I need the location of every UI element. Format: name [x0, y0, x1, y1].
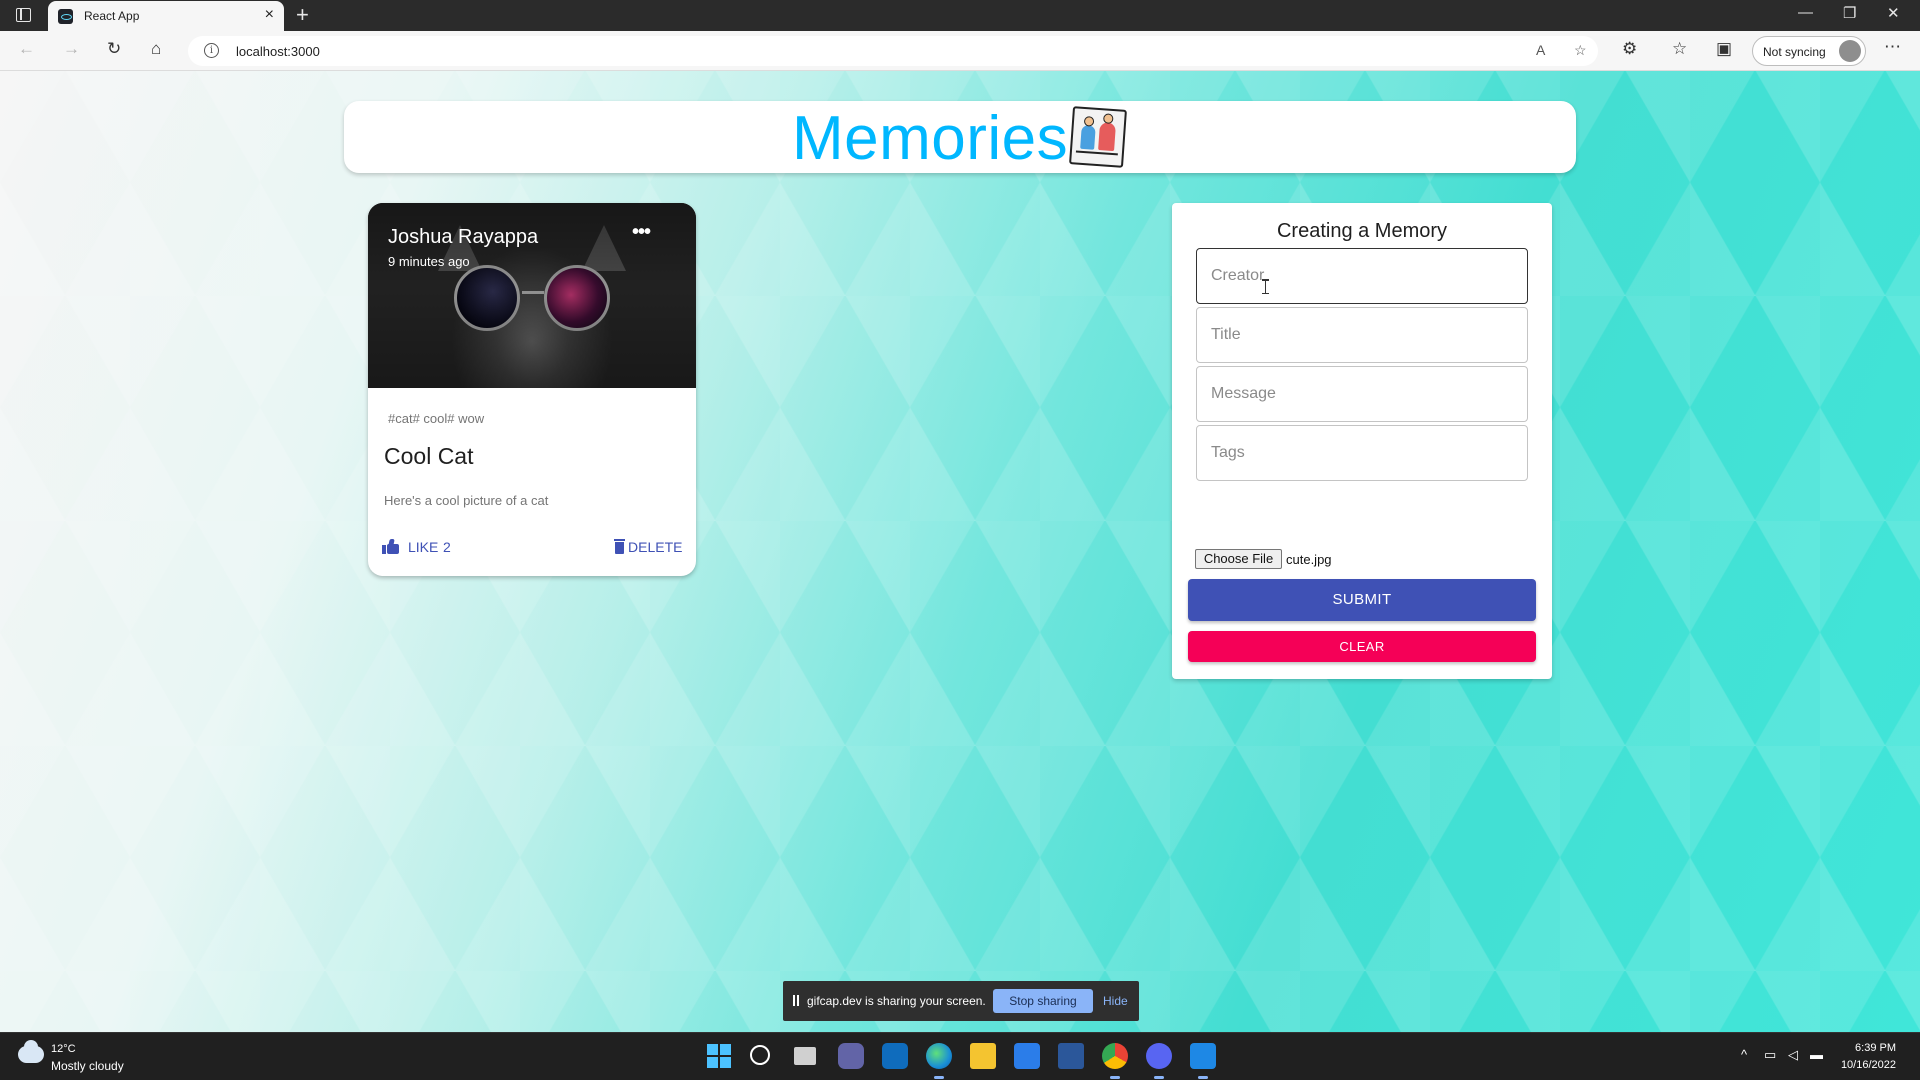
- post-time: 9 minutes ago: [388, 254, 470, 269]
- more-options-icon[interactable]: •••: [632, 221, 651, 244]
- tags-field[interactable]: [1196, 425, 1528, 481]
- edge-icon[interactable]: [926, 1043, 952, 1079]
- react-favicon-icon: [58, 9, 73, 24]
- form-title: Creating a Memory: [1276, 220, 1448, 242]
- file-name: cute.jpg: [1286, 552, 1332, 567]
- vscode-icon[interactable]: [1190, 1043, 1216, 1079]
- post-title: Cool Cat: [384, 443, 474, 469]
- memory-form: Creating a Memory Choose File cute.jpg S…: [1172, 203, 1552, 679]
- message-input[interactable]: [1197, 367, 1527, 421]
- avatar: [1839, 40, 1861, 62]
- teams-chat-icon[interactable]: [838, 1043, 864, 1069]
- close-window-icon[interactable]: ✕: [1887, 4, 1900, 22]
- submit-button[interactable]: SUBMIT: [1188, 579, 1536, 621]
- post-message: Here's a cool picture of a cat: [384, 493, 549, 508]
- message-field[interactable]: [1196, 366, 1528, 422]
- stop-sharing-button[interactable]: Stop sharing: [993, 989, 1093, 1013]
- collections-icon[interactable]: ▣: [1716, 39, 1732, 59]
- delete-label: DELETE: [628, 539, 683, 555]
- battery-icon[interactable]: ▬: [1810, 1047, 1823, 1062]
- clock-time[interactable]: 6:39 PM: [1842, 1042, 1896, 1054]
- todo-icon[interactable]: [1014, 1043, 1040, 1069]
- tags-input[interactable]: [1197, 426, 1527, 480]
- favorites-icon[interactable]: ☆: [1672, 39, 1687, 59]
- thumb-up-icon: [382, 539, 399, 554]
- outlook-icon[interactable]: [882, 1043, 908, 1069]
- post-tags: #cat# cool# wow: [388, 411, 485, 426]
- title-input[interactable]: [1197, 308, 1527, 362]
- post-creator: Joshua Rayappa: [388, 226, 539, 248]
- site-info-icon[interactable]: i: [204, 43, 219, 58]
- network-icon[interactable]: ▭: [1764, 1047, 1776, 1063]
- restore-icon[interactable]: ❐: [1843, 4, 1856, 22]
- back-icon[interactable]: ←: [18, 39, 35, 59]
- file-explorer-icon[interactable]: [970, 1043, 996, 1069]
- new-tab-icon[interactable]: +: [296, 2, 309, 28]
- search-icon[interactable]: [750, 1045, 770, 1065]
- share-status-text: gifcap.dev is sharing your screen.: [807, 994, 986, 1008]
- screen-share-bar: gifcap.dev is sharing your screen. Stop …: [783, 981, 1139, 1021]
- creator-input[interactable]: [1197, 249, 1527, 303]
- browser-tab[interactable]: React App ×: [48, 1, 284, 31]
- url-text[interactable]: localhost:3000: [236, 44, 320, 59]
- read-aloud-icon[interactable]: A: [1536, 42, 1545, 58]
- temperature[interactable]: 12°C: [51, 1043, 76, 1055]
- sync-label: Not syncing: [1763, 45, 1826, 59]
- text-cursor-icon: [1262, 279, 1272, 294]
- extensions-icon[interactable]: ⚙: [1622, 39, 1637, 59]
- start-icon[interactable]: [706, 1043, 732, 1069]
- creator-field[interactable]: [1196, 248, 1528, 304]
- home-icon[interactable]: ⌂: [151, 39, 161, 59]
- browser-toolbar: ← → ↻ ⌂ i localhost:3000 A ☆ ⚙ ☆ ▣ Not s…: [0, 31, 1920, 71]
- clock-date[interactable]: 10/16/2022: [1836, 1059, 1896, 1071]
- profile-sync-button[interactable]: Not syncing: [1752, 36, 1866, 66]
- task-view-icon[interactable]: [794, 1047, 816, 1065]
- weather-cloud-icon[interactable]: [18, 1040, 44, 1063]
- volume-icon[interactable]: ◁: [1788, 1047, 1798, 1063]
- post-card: Joshua Rayappa 9 minutes ago ••• #cat# c…: [368, 203, 696, 576]
- like-count: 2: [443, 539, 451, 555]
- app-header: Memories: [344, 101, 1576, 173]
- page-background: Memories Joshua Rayappa 9 minutes ago ••…: [0, 71, 1920, 1032]
- hide-button[interactable]: Hide: [1103, 994, 1128, 1008]
- memories-logo-icon: [1069, 106, 1127, 168]
- word-icon[interactable]: [1058, 1043, 1084, 1069]
- like-label: LIKE: [408, 539, 439, 555]
- clear-button[interactable]: CLEAR: [1188, 631, 1536, 662]
- tab-close-icon[interactable]: ×: [265, 6, 274, 24]
- address-bar[interactable]: i localhost:3000 A ☆: [188, 36, 1598, 66]
- tab-title: React App: [84, 9, 140, 23]
- title-field[interactable]: [1196, 307, 1528, 363]
- app-title: Memories: [792, 104, 1069, 173]
- browser-titlebar: React App × + — ❐ ✕: [0, 0, 1920, 31]
- weather-condition[interactable]: Mostly cloudy: [51, 1059, 124, 1073]
- tab-actions-icon[interactable]: [16, 8, 31, 22]
- refresh-icon[interactable]: ↻: [107, 39, 121, 59]
- choose-file-button[interactable]: Choose File: [1195, 549, 1282, 569]
- pause-icon: [793, 995, 799, 1006]
- more-menu-icon[interactable]: ⋯: [1884, 37, 1901, 57]
- add-favorite-icon[interactable]: ☆: [1574, 42, 1587, 59]
- trash-icon: [614, 539, 625, 554]
- discord-icon[interactable]: [1146, 1043, 1172, 1079]
- forward-icon[interactable]: →: [63, 39, 80, 59]
- show-hidden-icons-icon[interactable]: ^: [1741, 1047, 1747, 1062]
- taskbar: 12°C Mostly cloudy ^ ▭ ◁ ▬ 6:39 PM 10/16…: [0, 1032, 1920, 1080]
- minimize-icon[interactable]: —: [1798, 4, 1813, 21]
- chrome-icon[interactable]: [1102, 1043, 1128, 1079]
